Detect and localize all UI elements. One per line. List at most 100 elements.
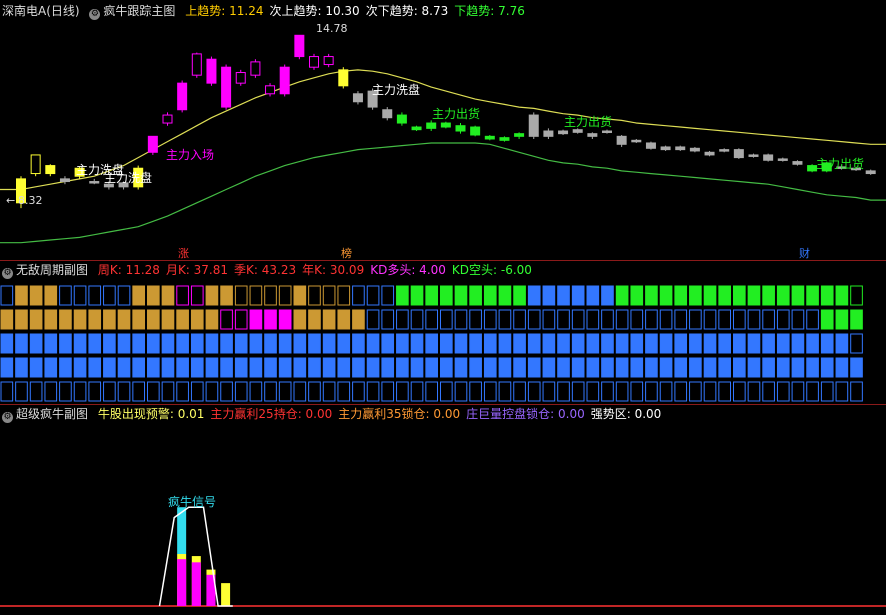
cycle-cell [161,333,175,354]
cycle-cell [396,285,409,306]
cycle-cell [850,357,863,378]
indicator-label: 月K: 37.81 [165,263,229,277]
indicator-label: KD空头: -6.00 [451,263,532,277]
cycle-cell [190,285,204,306]
cycle-cell [469,357,482,378]
candle-body [162,114,173,124]
cycle-cell [366,333,380,354]
cycle-cell [689,357,702,378]
cycle-cell [410,381,424,402]
event-mark: 涨 [178,247,189,260]
sub1-header: ⚙ 无敌周期副图 周K: 11.28 月K: 37.81 季K: 43.23 年K: 3… [2,261,544,279]
cycle-cell [337,285,351,306]
cycle-cell [117,309,131,330]
cycle-cell [718,381,731,402]
cycle-cell [147,381,160,402]
cycle-cell [88,357,102,378]
annotation-label: 主力洗盘 [104,170,152,185]
annotation-label: 主力出货 [816,156,864,171]
cycle-cell [425,309,439,330]
cycle-cell [352,333,365,354]
cycle-cell [791,309,805,330]
cycle-cell [747,357,761,378]
cycle-cell [513,285,526,306]
main-chart[interactable]: 主力洗盘主力洗盘主力入场主力洗盘主力出货主力出货主力出货14.788.32←涨榜… [0,18,886,260]
cycle-cell [322,285,336,306]
cycle-cell [630,309,644,330]
arrow-icon: ← [6,194,15,207]
candle-body [396,114,407,124]
cycle-cell [220,285,233,306]
cycle-cell [820,309,834,330]
cycle-cell [776,285,790,306]
indicator-label: 次下趋势: 8.73 [365,4,449,18]
signal-bar-magenta [191,562,201,606]
cycle-cell [806,381,819,402]
cycle-cell [571,381,585,402]
cycle-cell [293,285,307,306]
cycle-cell [835,381,849,402]
cycle-cell [176,285,189,306]
candle-body [147,135,158,153]
cycle-cell [557,285,570,306]
sub2-header: ⚙ 超级疯牛副图 牛股出现预警: 0.01 主力赢利25持仓: 0.00 主力赢利35… [2,405,673,423]
cycle-cell [264,309,277,330]
cycle-cell [762,357,775,378]
cycle-cell [703,333,717,354]
candle-body [763,154,774,161]
cycle-cell [733,309,746,330]
cycle-cell [352,309,365,330]
sub2-name[interactable]: 超级疯牛副图 [16,407,88,421]
cycle-cell [747,381,761,402]
annotation-label: 主力出货 [432,106,480,121]
candle-body [426,122,437,129]
cycle-cell [234,357,248,378]
cycle-cell [674,381,688,402]
cycle-cell [29,357,43,378]
cycle-cell [0,357,14,378]
cycle-cell [571,285,585,306]
main-indicator-name[interactable]: 疯牛跟踪主图 [103,4,175,18]
cycle-cell [850,333,863,354]
cycle-cell [278,285,292,306]
cycle-cell [850,381,863,402]
cycle-grid-chart[interactable] [0,280,886,404]
cycle-cell [117,357,131,378]
cycle-cell [88,333,102,354]
cycle-cell [249,357,263,378]
cycle-cell [542,333,556,354]
cycle-cell [527,309,541,330]
cycle-cell [601,309,614,330]
candle-body [572,129,583,133]
cycle-cell [615,309,629,330]
candle-body [352,93,363,103]
cycle-cell [337,357,351,378]
sub1-name[interactable]: 无敌周期副图 [16,263,88,277]
cycle-cell [88,285,102,306]
cycle-cell [205,357,219,378]
candle-body [719,149,730,152]
cycle-cell [527,285,541,306]
cycle-cell [220,309,233,330]
cycle-cell [630,357,644,378]
cycle-cell [59,285,72,306]
cycle-cell [103,333,116,354]
candle-body [865,170,876,175]
cycle-cell [674,309,688,330]
candle-body [616,135,627,145]
cycle-cell [689,285,702,306]
sub2-values: 牛股出现预警: 0.01 主力赢利25持仓: 0.00 主力赢利35锁仓: 0.00… [98,407,667,421]
gear-icon[interactable]: ⚙ [2,412,13,423]
candle-body [191,53,202,76]
cycle-cell [88,309,102,330]
cycle-cell [352,381,365,402]
signal-chart[interactable]: 疯牛信号 [0,424,886,614]
cycle-cell [835,333,849,354]
gear-icon[interactable]: ⚙ [2,268,13,279]
candle-body [89,181,100,184]
cycle-cell [147,333,160,354]
cycle-cell [762,309,775,330]
cycle-cell [132,285,146,306]
cycle-cell [410,333,424,354]
cycle-cell [308,381,321,402]
